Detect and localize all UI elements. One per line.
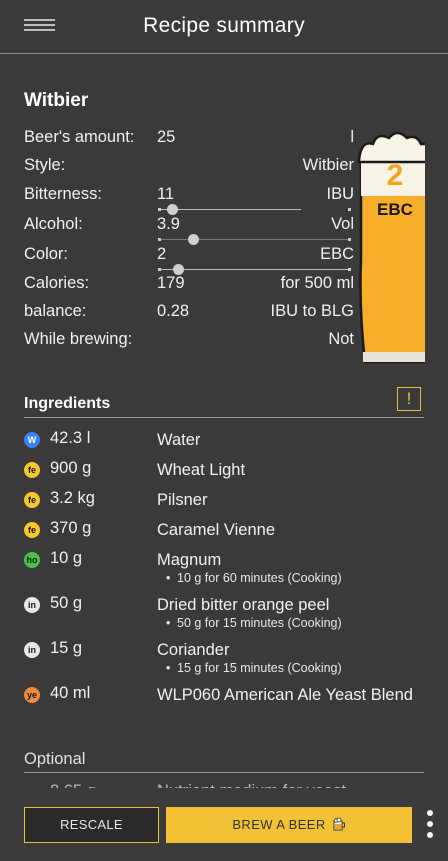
param-unit: IBU xyxy=(326,185,354,203)
ingredient-name: Caramel Vienne xyxy=(157,521,276,539)
ingredient-name: WLP060 American Ale Yeast Blend xyxy=(157,686,413,704)
ingredients-title: Ingredients xyxy=(24,395,111,412)
glass-color-unit: EBC xyxy=(377,200,413,219)
glass-base xyxy=(363,352,425,362)
slider-max-dot xyxy=(348,208,351,211)
param-unit: IBU to BLG xyxy=(270,302,354,320)
ingredient-note: 10 g for 60 minutes (Cooking) xyxy=(166,571,342,585)
param-label: Alcohol: xyxy=(24,215,83,233)
yeast-icon: ye xyxy=(24,687,40,703)
param-label: Style: xyxy=(24,156,66,174)
param-value[interactable]: 25 xyxy=(157,128,175,147)
param-value: 11 xyxy=(157,185,175,203)
beer-name: Witbier xyxy=(24,90,89,111)
slider-track xyxy=(158,269,351,270)
param-value: 3.9 xyxy=(157,215,180,233)
param-unit: for 500 ml xyxy=(280,274,354,292)
ingredient-name: Magnum xyxy=(157,551,222,569)
rescale-button[interactable]: RESCALE xyxy=(24,807,159,843)
beer-foam-top xyxy=(357,131,425,164)
slider-knob[interactable] xyxy=(188,234,199,245)
slider-track xyxy=(158,239,351,240)
bitterness-slider[interactable] xyxy=(158,203,351,215)
param-row-while-brewing[interactable]: While brewing: Not xyxy=(24,330,354,352)
param-value: 179 xyxy=(157,274,185,292)
ingredient-amount: 10 g xyxy=(50,549,83,567)
param-value: 0.28 xyxy=(157,302,190,320)
ingredient-name: Coriander xyxy=(157,641,230,659)
param-row-amount: Beer's amount: 25 l xyxy=(24,128,354,150)
ingredient-amount: 40 ml xyxy=(50,684,91,702)
page-title: Recipe summary xyxy=(143,14,305,37)
slider-max-dot xyxy=(348,268,351,271)
water-icon: W xyxy=(24,432,40,448)
slider-max-dot xyxy=(348,238,351,241)
brew-button-label: BREW A BEER xyxy=(232,817,326,832)
param-label: Beer's amount: xyxy=(24,128,135,146)
fermentable-icon: fe xyxy=(24,462,40,478)
param-label: While brewing: xyxy=(24,330,133,348)
param-unit: l xyxy=(350,128,354,146)
slider-min-dot xyxy=(158,208,161,211)
ingredients-divider xyxy=(24,417,424,418)
slider-knob[interactable] xyxy=(167,204,178,215)
ingredient-amount: 15 g xyxy=(50,639,83,657)
param-label: Calories: xyxy=(24,274,90,292)
param-unit: Witbier xyxy=(302,156,354,174)
ingredient-note: 15 g for 15 minutes (Cooking) xyxy=(166,661,342,675)
other-ingredient-icon: in xyxy=(24,597,40,613)
fermentable-icon: fe xyxy=(24,492,40,508)
param-label: Color: xyxy=(24,245,69,263)
ingredient-name: Wheat Light xyxy=(157,461,246,479)
param-row-balance: balance: 0.28 IBU to BLG xyxy=(24,302,354,324)
param-unit: Vol xyxy=(331,215,354,233)
fermentable-icon: fe xyxy=(24,522,40,538)
slider-track xyxy=(158,209,301,210)
param-unit: EBC xyxy=(320,245,354,263)
slider-min-dot xyxy=(158,268,161,271)
param-row-style[interactable]: Style: Witbier xyxy=(24,156,354,178)
optional-title: Optional xyxy=(24,750,86,768)
glass-color-value: 2 xyxy=(387,159,404,192)
bottom-action-bar: RESCALE BREW A BEER xyxy=(0,788,448,861)
optional-divider xyxy=(24,772,424,773)
param-unit: Not xyxy=(328,330,354,348)
ingredient-note: 50 g for 15 minutes (Cooking) xyxy=(166,616,342,630)
brew-a-beer-button[interactable]: BREW A BEER xyxy=(166,807,412,843)
warning-icon[interactable]: ! xyxy=(397,387,421,411)
ingredient-amount: 3.2 kg xyxy=(50,489,95,507)
ingredient-amount: 42.3 l xyxy=(50,429,91,447)
alcohol-slider[interactable] xyxy=(158,233,351,245)
beer-mug-icon xyxy=(333,817,345,831)
param-label: Bitterness: xyxy=(24,185,102,203)
ingredient-amount: 370 g xyxy=(50,519,92,537)
ingredient-name: Dried bitter orange peel xyxy=(157,596,330,614)
other-ingredient-icon: in xyxy=(24,642,40,658)
ingredient-name: Water xyxy=(157,431,201,449)
param-value: 2 xyxy=(157,245,167,263)
beer-glass-illustration: 2 EBC xyxy=(357,131,425,364)
slider-min-dot xyxy=(158,238,161,241)
hop-icon: ho xyxy=(24,552,40,568)
param-row-calories: Calories: 179 for 500 ml xyxy=(24,274,354,296)
more-vertical-icon[interactable] xyxy=(424,810,436,842)
ingredient-amount: 900 g xyxy=(50,459,92,477)
ingredient-name: Pilsner xyxy=(157,491,208,509)
top-app-bar: Recipe summary xyxy=(0,0,448,54)
ingredient-amount: 50 g xyxy=(50,594,83,612)
param-label: balance: xyxy=(24,302,87,320)
